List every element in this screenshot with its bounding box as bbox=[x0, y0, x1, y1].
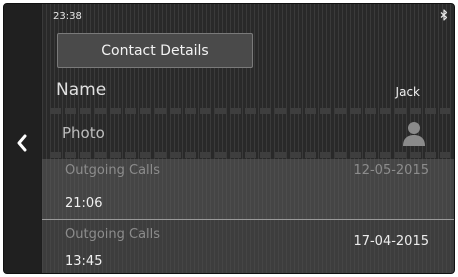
back-button[interactable] bbox=[8, 126, 36, 160]
contact-details-header-button[interactable]: Contact Details bbox=[57, 33, 253, 68]
call-type: Outgoing Calls bbox=[65, 163, 161, 178]
bluetooth-icon bbox=[440, 9, 448, 21]
contact-details-panel: 23:38 Contact Details Name Jack Photo Ou… bbox=[42, 4, 454, 273]
name-row: Name Jack bbox=[42, 74, 454, 108]
call-date: 12-05-2015 bbox=[353, 163, 429, 178]
screen-frame: 23:38 Contact Details Name Jack Photo Ou… bbox=[3, 3, 455, 274]
call-type: Outgoing Calls bbox=[65, 227, 161, 242]
name-label: Name bbox=[56, 80, 107, 100]
status-clock: 23:38 bbox=[53, 11, 82, 22]
call-time: 21:06 bbox=[65, 196, 103, 211]
chevron-left-icon bbox=[17, 134, 27, 152]
photo-row[interactable]: Photo bbox=[42, 116, 454, 150]
left-rail bbox=[4, 4, 41, 273]
call-log-item[interactable]: Outgoing Calls 17-04-2015 13:45 bbox=[42, 220, 454, 273]
status-bar: 23:38 bbox=[42, 4, 454, 26]
divider bbox=[50, 152, 450, 158]
divider bbox=[50, 108, 450, 114]
person-silhouette-icon bbox=[403, 122, 425, 146]
call-log-item[interactable]: Outgoing Calls 12-05-2015 21:06 bbox=[42, 159, 454, 219]
photo-label: Photo bbox=[62, 124, 105, 142]
call-time: 13:45 bbox=[65, 254, 103, 269]
call-date: 17-04-2015 bbox=[353, 234, 429, 249]
name-value: Jack bbox=[395, 85, 420, 99]
